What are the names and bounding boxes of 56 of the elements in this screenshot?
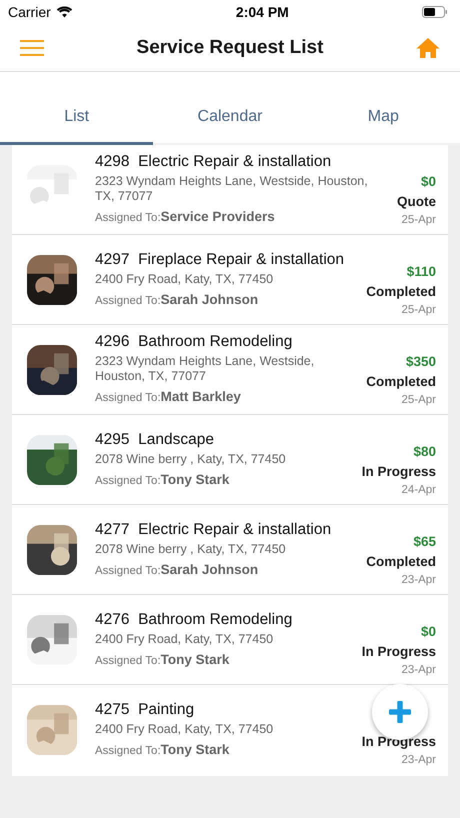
assignee-name: Service Providers	[160, 209, 275, 224]
price-text: $0	[420, 174, 436, 189]
assigned-label: Assigned To:	[95, 654, 161, 666]
assignee-name: Tony Stark	[160, 742, 230, 756]
assignee-name: Sarah Johnson	[160, 292, 258, 306]
plus-icon	[389, 701, 411, 723]
home-icon[interactable]	[416, 36, 440, 58]
assignee-name: Sarah Johnson	[160, 562, 258, 576]
status-text: In Progress	[362, 464, 436, 479]
address-text: 2400 Fry Road, Katy, TX, 77450	[95, 722, 274, 736]
battery-icon	[422, 6, 448, 18]
request-title: 4296 Bathroom Remodeling	[95, 333, 294, 351]
address-text: 2323 Wyndam Heights Lane, Westside, Houston, TX, 77077	[95, 354, 316, 384]
date-text: 25-Apr	[400, 394, 436, 406]
assigned-label: Assigned To:	[95, 744, 161, 756]
date-text: 23-Apr	[400, 754, 436, 766]
status-text: Completed	[366, 374, 436, 389]
assigned-label: Assigned To:	[95, 564, 161, 576]
address-text: 2400 Fry Road, Katy, TX, 77450	[95, 272, 274, 286]
date-text: 24-Apr	[400, 484, 436, 496]
request-title: 4275 Painting	[95, 700, 196, 718]
request-title: 4298 Electric Repair & installation	[95, 153, 332, 171]
clock-time: 2:04 PM	[236, 4, 289, 20]
status-text: In Progress	[362, 734, 436, 749]
assigned-label: Assigned To:	[95, 294, 161, 306]
status-text: Completed	[366, 554, 436, 569]
wifi-icon	[56, 6, 73, 18]
status-text: In Progress	[362, 644, 436, 659]
request-title: 4276 Bathroom Remodeling	[95, 610, 294, 628]
request-title: 4295 Landscape	[95, 430, 215, 448]
date-text: 25-Apr	[400, 304, 436, 316]
assigned-label: Assigned To:	[95, 474, 161, 486]
price-text: $65	[412, 534, 436, 549]
request-title: 4297 Fireplace Repair & installation	[95, 250, 345, 268]
price-text: $0	[420, 624, 436, 639]
assigned-label: Assigned To:	[95, 212, 161, 224]
carrier-label: Carrier	[8, 4, 51, 20]
price-text: $110	[406, 264, 436, 279]
address-text: 2323 Wyndam Heights Lane, Westside, Houston, TX, 77077	[95, 174, 369, 204]
assignee-name: Tony Stark	[160, 652, 230, 666]
assignee-name: Tony Stark	[160, 472, 230, 486]
menu-icon[interactable]	[20, 40, 44, 56]
price-text: $350	[404, 354, 436, 369]
request-title: 4277 Electric Repair & installation	[95, 520, 332, 538]
address-text: 2078 Wine berry , Katy, TX, 77450	[95, 542, 287, 556]
assigned-label: Assigned To:	[95, 392, 161, 404]
assignee-name: Matt Barkley	[160, 389, 241, 404]
price-text: $80	[412, 444, 436, 459]
status-text: Completed	[366, 284, 436, 299]
status-text: Quote	[397, 194, 436, 209]
date-text: 23-Apr	[400, 574, 436, 586]
date-text: 25-Apr	[400, 214, 436, 226]
date-text: 23-Apr	[400, 664, 436, 676]
address-text: 2400 Fry Road, Katy, TX, 77450	[95, 632, 274, 646]
address-text: 2078 Wine berry , Katy, TX, 77450	[95, 452, 287, 466]
screen-title: Service Request List	[136, 36, 324, 58]
